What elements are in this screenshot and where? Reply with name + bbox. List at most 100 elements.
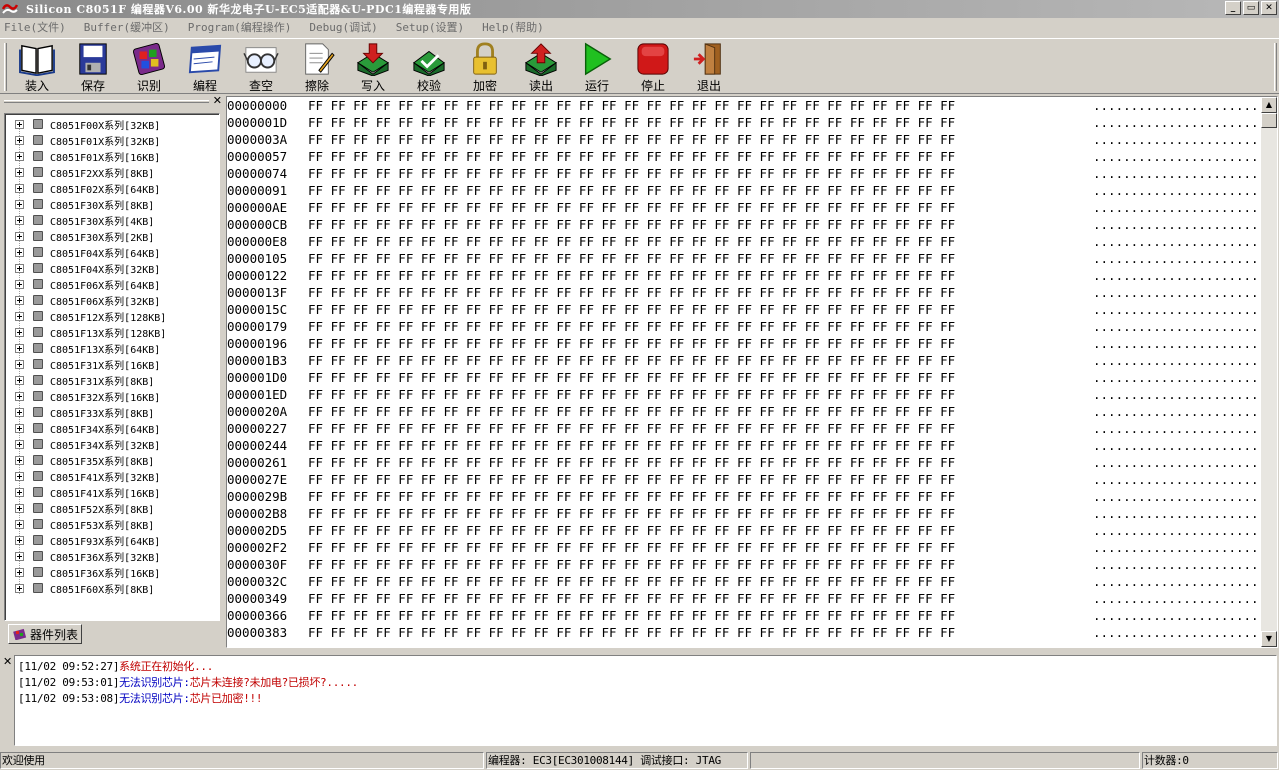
hex-vertical-scrollbar[interactable]: ▲ ▼ <box>1261 97 1277 647</box>
hex-row[interactable]: 00000179 FF FF FF FF FF FF FF FF FF FF FF… <box>227 318 1277 335</box>
hex-ascii[interactable]: ............................. <box>1093 454 1277 471</box>
hex-row[interactable]: 0000027E FF FF FF FF FF FF FF FF FF FF FF… <box>227 471 1277 488</box>
expand-plus-icon[interactable] <box>15 535 24 545</box>
hex-buffer-view[interactable]: 00000383 FF FF FF FF FF FF FF FF FF FF FF… <box>226 96 1278 648</box>
hex-row[interactable]: 0000015C FF FF FF FF FF FF FF FF FF FF FF… <box>227 301 1277 318</box>
menu-program[interactable]: Program(编程操作) <box>184 19 296 35</box>
hex-row[interactable]: 0000029B FF FF FF FF FF FF FF FF FF FF FF… <box>227 488 1277 505</box>
hex-bytes[interactable]: FF FF FF FF FF FF FF FF FF FF FF FF FF F… <box>308 522 955 539</box>
hex-ascii[interactable]: ............................. <box>1093 386 1277 403</box>
expand-plus-icon[interactable] <box>15 167 24 177</box>
hex-ascii[interactable]: ............................. <box>1093 352 1277 369</box>
save-button[interactable]: 保存 <box>68 42 118 94</box>
minimize-button[interactable]: _ <box>1225 1 1241 15</box>
expand-plus-icon[interactable] <box>15 423 24 433</box>
hex-ascii[interactable]: ............................. <box>1093 488 1277 505</box>
hex-bytes[interactable]: FF FF FF FF FF FF FF FF FF FF FF FF FF F… <box>308 437 955 454</box>
hex-ascii[interactable]: ............................. <box>1093 607 1277 624</box>
hex-ascii[interactable]: ............................. <box>1093 505 1277 522</box>
hex-row[interactable]: 00000227 FF FF FF FF FF FF FF FF FF FF FF… <box>227 420 1277 437</box>
hex-bytes[interactable]: FF FF FF FF FF FF FF FF FF FF FF FF FF F… <box>308 267 955 284</box>
hex-ascii[interactable]: ............................. <box>1093 539 1277 556</box>
expand-plus-icon[interactable] <box>15 471 24 481</box>
hex-ascii[interactable]: ............................. <box>1093 148 1277 165</box>
hex-ascii[interactable]: ............................. <box>1093 471 1277 488</box>
hex-ascii[interactable]: ............................. <box>1093 114 1277 131</box>
hex-bytes[interactable]: FF FF FF FF FF FF FF FF FF FF FF FF FF F… <box>308 335 955 352</box>
tree-item[interactable]: C8051F93X系列[64KB] <box>5 532 160 548</box>
hex-ascii[interactable]: ............................. <box>1093 573 1277 590</box>
identify-button[interactable]: 识别 <box>124 42 174 94</box>
hex-row[interactable]: 00000196 FF FF FF FF FF FF FF FF FF FF FF… <box>227 335 1277 352</box>
hex-row[interactable]: 000000E8 FF FF FF FF FF FF FF FF FF FF FF… <box>227 233 1277 250</box>
tree-item[interactable]: C8051F32X系列[16KB] <box>5 388 160 404</box>
tree-item[interactable]: C8051F41X系列[16KB] <box>5 484 160 500</box>
tree-item[interactable]: C8051F2XX系列[8KB] <box>5 164 154 180</box>
hex-row[interactable]: 000000AE FF FF FF FF FF FF FF FF FF FF FF… <box>227 199 1277 216</box>
expand-plus-icon[interactable] <box>15 231 24 241</box>
hex-ascii[interactable]: ............................. <box>1093 318 1277 335</box>
hex-row[interactable]: 0000020A FF FF FF FF FF FF FF FF FF FF FF… <box>227 403 1277 420</box>
panel-grip[interactable] <box>4 100 209 103</box>
hex-ascii[interactable]: ............................. <box>1093 437 1277 454</box>
tree-item[interactable]: C8051F30X系列[2KB] <box>5 228 154 244</box>
hex-ascii[interactable]: ............................. <box>1093 199 1277 216</box>
device-tree[interactable]: C8051F00X系列[32KB] C8051F01X系列[32KB] C8051F… <box>4 113 220 621</box>
tree-item[interactable]: C8051F12X系列[128KB] <box>5 308 166 324</box>
hex-bytes[interactable]: FF FF FF FF FF FF FF FF FF FF FF FF FF F… <box>308 148 955 165</box>
expand-plus-icon[interactable] <box>15 455 24 465</box>
hex-bytes[interactable]: FF FF FF FF FF FF FF FF FF FF FF FF FF F… <box>308 131 955 148</box>
hex-row[interactable]: 00000261 FF FF FF FF FF FF FF FF FF FF FF… <box>227 454 1277 471</box>
tab-device-list[interactable]: 器件列表 <box>8 624 82 644</box>
hex-row[interactable]: 00000122 FF FF FF FF FF FF FF FF FF FF FF… <box>227 267 1277 284</box>
tree-item[interactable]: C8051F33X系列[8KB] <box>5 404 154 420</box>
scroll-thumb[interactable] <box>1261 113 1277 128</box>
hex-ascii[interactable]: ............................. <box>1093 182 1277 199</box>
tree-item[interactable]: C8051F34X系列[32KB] <box>5 436 160 452</box>
hex-bytes[interactable]: FF FF FF FF FF FF FF FF FF FF FF FF FF F… <box>308 97 955 114</box>
tree-item[interactable]: C8051F35X系列[8KB] <box>5 452 154 468</box>
hex-ascii[interactable]: ............................. <box>1093 590 1277 607</box>
hex-bytes[interactable]: FF FF FF FF FF FF FF FF FF FF FF FF FF F… <box>308 403 955 420</box>
expand-plus-icon[interactable] <box>15 343 24 353</box>
close-log-icon[interactable]: ✕ <box>3 655 12 668</box>
expand-plus-icon[interactable] <box>15 151 24 161</box>
hex-row[interactable]: 000002B8 FF FF FF FF FF FF FF FF FF FF FF… <box>227 505 1277 522</box>
erase-button[interactable]: 擦除 <box>292 42 342 94</box>
hex-row[interactable]: 00000057 FF FF FF FF FF FF FF FF FF FF FF… <box>227 148 1277 165</box>
expand-plus-icon[interactable] <box>15 407 24 417</box>
tree-item[interactable]: C8051F13X系列[64KB] <box>5 340 160 356</box>
hex-row[interactable]: 0000032C FF FF FF FF FF FF FF FF FF FF FF… <box>227 573 1277 590</box>
hex-row[interactable]: 00000000 FF FF FF FF FF FF FF FF FF FF FF… <box>227 97 1277 114</box>
hex-row[interactable]: 00000349 FF FF FF FF FF FF FF FF FF FF FF… <box>227 590 1277 607</box>
tree-item[interactable]: C8051F04X系列[64KB] <box>5 244 160 260</box>
hex-bytes[interactable]: FF FF FF FF FF FF FF FF FF FF FF FF FF F… <box>308 590 955 607</box>
verify-button[interactable]: 校验 <box>404 42 454 94</box>
expand-plus-icon[interactable] <box>15 327 24 337</box>
hex-ascii[interactable]: ............................. <box>1093 335 1277 352</box>
expand-plus-icon[interactable] <box>15 183 24 193</box>
hex-row[interactable]: 00000074 FF FF FF FF FF FF FF FF FF FF FF… <box>227 165 1277 182</box>
hex-bytes[interactable]: FF FF FF FF FF FF FF FF FF FF FF FF FF F… <box>308 369 955 386</box>
tree-item[interactable]: C8051F30X系列[4KB] <box>5 212 154 228</box>
tree-item[interactable]: C8051F31X系列[16KB] <box>5 356 160 372</box>
program-button[interactable]: 编程 <box>180 42 230 94</box>
expand-plus-icon[interactable] <box>15 519 24 529</box>
hex-ascii[interactable]: ............................. <box>1093 403 1277 420</box>
exit-button[interactable]: 退出 <box>684 42 734 94</box>
write-button[interactable]: 写入 <box>348 42 398 94</box>
hex-bytes[interactable]: FF FF FF FF FF FF FF FF FF FF FF FF FF F… <box>308 556 955 573</box>
hex-row[interactable]: 000001B3 FF FF FF FF FF FF FF FF FF FF FF… <box>227 352 1277 369</box>
hex-bytes[interactable]: FF FF FF FF FF FF FF FF FF FF FF FF FF F… <box>308 301 955 318</box>
hex-bytes[interactable]: FF FF FF FF FF FF FF FF FF FF FF FF FF F… <box>308 318 955 335</box>
expand-plus-icon[interactable] <box>15 359 24 369</box>
tree-item[interactable]: C8051F60X系列[8KB] <box>5 580 154 596</box>
tree-item[interactable]: C8051F36X系列[16KB] <box>5 564 160 580</box>
menu-debug[interactable]: Debug(调试) <box>305 19 381 35</box>
tree-item[interactable]: C8051F31X系列[8KB] <box>5 372 154 388</box>
hex-row[interactable]: 00000105 FF FF FF FF FF FF FF FF FF FF FF… <box>227 250 1277 267</box>
expand-plus-icon[interactable] <box>15 263 24 273</box>
expand-plus-icon[interactable] <box>15 279 24 289</box>
tree-item[interactable]: C8051F06X系列[64KB] <box>5 276 160 292</box>
tree-item[interactable]: C8051F41X系列[32KB] <box>5 468 160 484</box>
